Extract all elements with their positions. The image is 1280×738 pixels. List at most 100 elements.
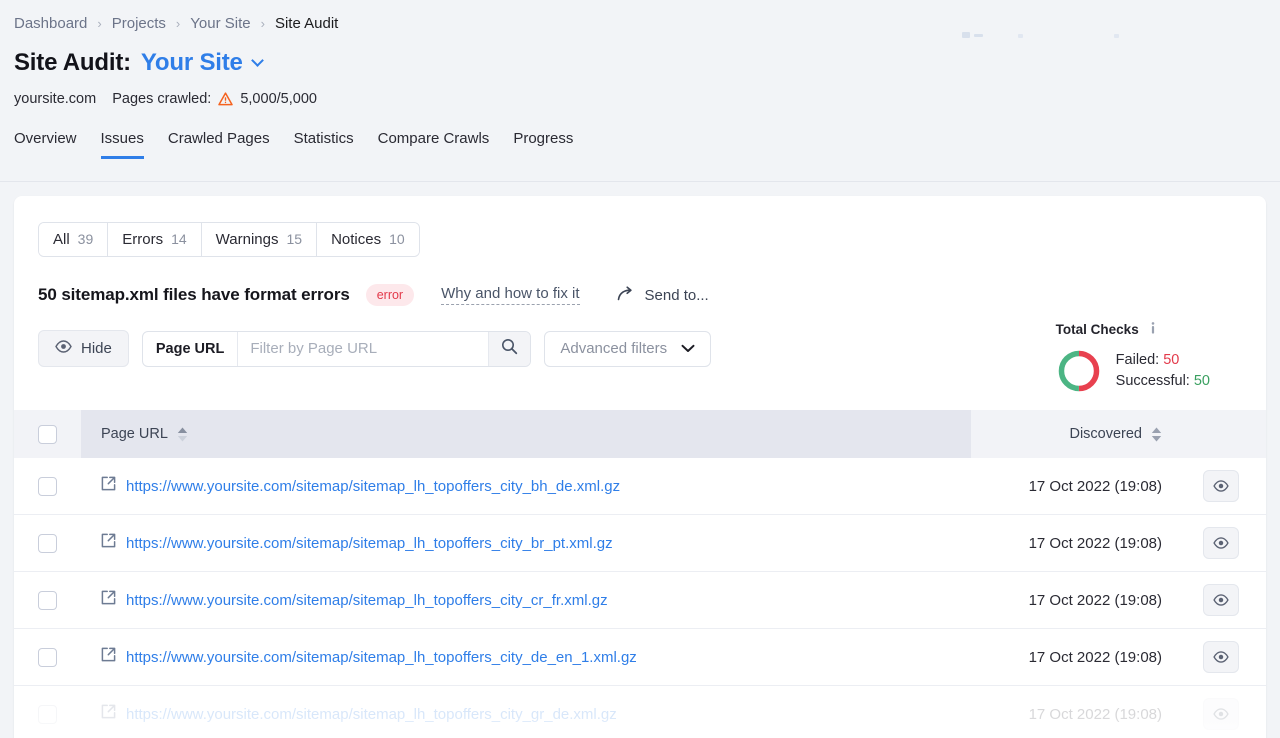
table-row[interactable]: https://www.yoursite.com/sitemap/sitemap… <box>14 572 1266 629</box>
segment-all[interactable]: All 39 <box>39 223 109 256</box>
breadcrumb-item-your-site[interactable]: Your Site <box>190 15 250 32</box>
search-input[interactable] <box>238 331 489 366</box>
tab-compare-crawls[interactable]: Compare Crawls <box>378 130 490 159</box>
select-all-checkbox[interactable] <box>38 424 57 444</box>
magnifier-icon <box>501 338 518 360</box>
column-header-page-url[interactable]: Page URL <box>81 426 971 442</box>
row-select-cell <box>14 704 81 724</box>
total-checks-header: Total Checks <box>1056 321 1210 338</box>
eye-icon <box>1213 708 1229 720</box>
issue-header: 50 sitemap.xml files have format errors … <box>38 284 1266 306</box>
header-artifact <box>1114 34 1119 38</box>
segment-warnings[interactable]: Warnings 15 <box>201 223 318 256</box>
row-url-link[interactable]: https://www.yoursite.com/sitemap/sitemap… <box>126 478 620 495</box>
chevron-down-icon <box>681 340 695 357</box>
share-arrow-icon <box>617 285 636 305</box>
row-checkbox[interactable] <box>38 476 57 496</box>
external-link-icon[interactable] <box>101 476 116 496</box>
column-header-discovered[interactable]: Discovered <box>971 410 1176 458</box>
site-domain: yoursite.com <box>14 91 97 107</box>
row-checkbox[interactable] <box>38 704 57 724</box>
search-button[interactable] <box>488 331 531 366</box>
external-link-icon[interactable] <box>101 704 116 724</box>
row-url-link[interactable]: https://www.yoursite.com/sitemap/sitemap… <box>126 706 617 723</box>
advanced-filters-dropdown[interactable]: Advanced filters <box>544 330 712 367</box>
header-artifact <box>962 32 970 38</box>
tab-crawled-pages[interactable]: Crawled Pages <box>168 130 270 159</box>
row-url-link[interactable]: https://www.yoursite.com/sitemap/sitemap… <box>126 649 637 666</box>
tab-bar: Overview Issues Crawled Pages Statistics… <box>14 130 1280 159</box>
breadcrumb: Dashboard › Projects › Your Site › Site … <box>14 0 1280 32</box>
breadcrumb-item-projects[interactable]: Projects <box>112 15 166 32</box>
sort-arrows-icon <box>177 427 188 442</box>
total-checks-body: Failed: 50 Successful: 50 <box>1056 348 1210 394</box>
info-icon[interactable] <box>1147 321 1159 338</box>
table-row[interactable]: https://www.yoursite.com/sitemap/sitemap… <box>14 629 1266 686</box>
page-title: Site Audit: Your Site <box>14 49 1280 77</box>
pages-crawled-label: Pages crawled: <box>112 91 212 107</box>
row-hide-button[interactable] <box>1203 584 1239 616</box>
tab-progress[interactable]: Progress <box>513 130 573 159</box>
header-artifact <box>974 34 983 37</box>
breadcrumb-item-dashboard[interactable]: Dashboard <box>14 15 87 32</box>
segment-notices[interactable]: Notices 10 <box>317 223 419 256</box>
successful-value: 50 <box>1193 373 1210 389</box>
row-discovered: 17 Oct 2022 (19:08) <box>1028 648 1162 666</box>
pages-crawled-value: 5,000/5,000 <box>240 91 317 107</box>
row-checkbox[interactable] <box>38 647 57 667</box>
successful-label: Successful: <box>1115 373 1190 389</box>
tab-issues[interactable]: Issues <box>100 130 144 159</box>
row-discovered: 17 Oct 2022 (19:08) <box>1028 591 1162 609</box>
row-select-cell <box>14 590 81 610</box>
total-checks-legend: Failed: 50 Successful: 50 <box>1116 350 1210 392</box>
breadcrumb-separator: › <box>260 16 265 31</box>
table-row[interactable]: https://www.yoursite.com/sitemap/sitemap… <box>14 515 1266 572</box>
eye-icon <box>1213 594 1229 606</box>
external-link-icon[interactable] <box>101 533 116 553</box>
failed-value: 50 <box>1163 351 1180 368</box>
segment-errors-count: 14 <box>171 231 187 247</box>
table-row[interactable]: https://www.yoursite.com/sitemap/sitemap… <box>14 458 1266 515</box>
external-link-icon[interactable] <box>101 647 116 667</box>
breadcrumb-separator: › <box>175 16 181 31</box>
hide-button[interactable]: Hide <box>38 330 129 367</box>
page-header: Dashboard › Projects › Your Site › Site … <box>0 0 1280 182</box>
row-action-cell <box>1176 527 1266 559</box>
send-to-label: Send to... <box>644 286 709 304</box>
row-hide-button[interactable] <box>1203 641 1239 673</box>
tab-overview[interactable]: Overview <box>14 130 77 159</box>
row-discovered: 17 Oct 2022 (19:08) <box>1028 705 1162 723</box>
row-url-cell: https://www.yoursite.com/sitemap/sitemap… <box>81 476 971 496</box>
send-to-button[interactable]: Send to... <box>617 285 709 305</box>
row-hide-button[interactable] <box>1203 698 1239 730</box>
row-url-link[interactable]: https://www.yoursite.com/sitemap/sitemap… <box>126 535 613 552</box>
row-hide-button[interactable] <box>1203 470 1239 502</box>
breadcrumb-item-site-audit: Site Audit <box>274 15 339 32</box>
table-row[interactable]: https://www.yoursite.com/sitemap/sitemap… <box>14 686 1266 738</box>
segment-all-label: All <box>53 231 70 248</box>
why-and-how-to-fix-it-link[interactable]: Why and how to fix it <box>441 285 580 305</box>
status-badge: error <box>365 284 415 306</box>
row-url-cell: https://www.yoursite.com/sitemap/sitemap… <box>81 647 971 667</box>
tab-statistics[interactable]: Statistics <box>294 130 354 159</box>
breadcrumb-separator: › <box>97 16 102 31</box>
row-url-cell: https://www.yoursite.com/sitemap/sitemap… <box>81 590 971 610</box>
segment-errors[interactable]: Errors 14 <box>108 223 202 256</box>
chevron-down-icon[interactable] <box>253 56 263 66</box>
eye-icon <box>1213 651 1229 663</box>
column-header-discovered-label: Discovered <box>1069 426 1142 442</box>
row-url-link[interactable]: https://www.yoursite.com/sitemap/sitemap… <box>126 592 608 609</box>
pages-crawled: Pages crawled: 5,000/5,000 <box>112 91 317 107</box>
row-action-cell <box>1176 698 1266 730</box>
failed-row: Failed: 50 <box>1116 350 1210 371</box>
row-checkbox[interactable] <box>38 533 57 553</box>
row-select-cell <box>14 476 81 496</box>
successful-row: Successful: 50 <box>1116 371 1210 392</box>
filter-key-label[interactable]: Page URL <box>143 331 239 366</box>
external-link-icon[interactable] <box>101 590 116 610</box>
eye-icon <box>1213 480 1229 492</box>
header-artifact <box>1018 34 1023 38</box>
row-checkbox[interactable] <box>38 590 57 610</box>
project-selector-label[interactable]: Your Site <box>141 49 243 77</box>
row-hide-button[interactable] <box>1203 527 1239 559</box>
